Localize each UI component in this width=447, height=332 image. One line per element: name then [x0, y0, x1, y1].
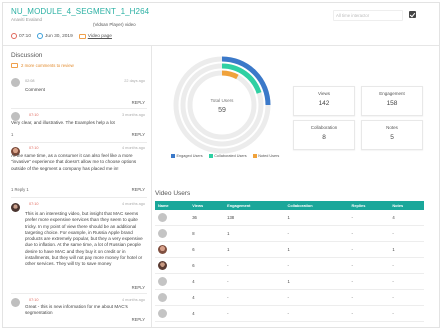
avatar [158, 213, 167, 222]
table-row[interactable]: 4-1-- [155, 273, 424, 290]
stat-tile-engagement: Engagement 158 [361, 86, 423, 116]
clock-icon [11, 33, 17, 39]
calendar-icon [37, 33, 44, 39]
avatar [158, 229, 167, 238]
avatar [158, 309, 167, 318]
avatar [11, 203, 20, 212]
discussion-panel: Discussion 2 more comments to review 02:… [3, 46, 152, 327]
discussion-post: 07:10 3 months ago Very clear, and illus… [11, 110, 147, 143]
author-name: Anaviti Evaland [11, 17, 43, 22]
stat-tile-notes: Notes 5 [361, 120, 423, 150]
post-timestamp: 02:08 [25, 79, 35, 83]
reply-button[interactable]: REPLY [132, 187, 145, 192]
post-time: 4 months ago [121, 202, 145, 206]
column-header[interactable]: Collaboration [284, 201, 349, 210]
video-icon [78, 33, 86, 39]
avatar [11, 298, 20, 307]
legend-noted: Noted Users [252, 154, 279, 158]
post-time: 4 months ago [121, 146, 145, 150]
like-count[interactable]: 1 [11, 132, 13, 137]
post-text: Comment [25, 87, 45, 92]
avatar [158, 277, 167, 286]
table-row[interactable]: 6---- [155, 257, 424, 274]
post-text: Great - this is new information for me a… [25, 304, 128, 316]
post-time: 3 months ago [121, 113, 145, 117]
page-title: NU_MODULE_4_SEGMENT_1_H264 [11, 7, 150, 16]
discussion-post: 07:10 4 months ago Great - this is new i… [11, 295, 147, 325]
video-page-link[interactable]: Video page [88, 34, 112, 39]
date: Jun 30, 2019 [45, 33, 73, 39]
table-row[interactable]: 36 138 1-4 [155, 210, 424, 226]
discussion-post: 07:10 4 months ago At the same time, as … [11, 143, 147, 198]
post-text: This is an interesting video, but insigh… [25, 211, 143, 267]
column-header[interactable]: Engagement [224, 201, 285, 210]
video-meta: 07:10 Jun 30, 2019 Video page [11, 33, 112, 39]
reply-count[interactable]: 1 Reply 1 [11, 187, 29, 192]
filter-label: All time interactor [336, 13, 370, 18]
column-header[interactable]: Name [155, 201, 190, 210]
table-row[interactable]: 4---- [155, 305, 424, 322]
post-time: 4 months ago [121, 298, 145, 302]
column-header[interactable]: Views [189, 201, 225, 210]
stat-tile-views: Views 142 [293, 86, 355, 116]
comment-icon [11, 63, 18, 68]
reply-button[interactable]: REPLY [132, 132, 145, 137]
post-text: At the same time, as a consumer it can a… [11, 153, 137, 171]
checkbox-icon[interactable] [409, 11, 416, 18]
video-users-title: Video Users [155, 190, 191, 197]
avatar [158, 293, 167, 302]
table-row[interactable]: 81--- [155, 225, 424, 242]
table-row[interactable]: 4---- [155, 289, 424, 306]
discussion-post: 07:10 4 months ago This is an interestin… [11, 199, 147, 294]
avatar [158, 261, 167, 270]
post-timestamp: 07:10 [29, 146, 39, 150]
reply-button[interactable]: REPLY [132, 285, 145, 290]
table-header-row: Name Views Engagement Collaboration Repl… [155, 201, 424, 210]
summary-panel: Total Users 59 Views 142 Engagement 158 … [153, 46, 439, 186]
donut-label: Total Users [211, 98, 235, 103]
discussion-title: Discussion [11, 52, 43, 59]
avatar [158, 245, 167, 254]
post-timestamp: 07:10 [29, 113, 39, 117]
legend-engaged: Engaged Users [171, 154, 203, 158]
donut-value: 59 [218, 107, 226, 114]
stat-tile-collaboration: Collaboration 8 [293, 120, 355, 150]
arc-noted-users [221, 70, 239, 80]
post-timestamp: 07:10 [29, 298, 39, 302]
legend-collaborated: Collaborated Users [208, 154, 247, 158]
video-users-table: Name Views Engagement Collaboration Repl… [155, 201, 424, 322]
post-time: 22 days ago [124, 79, 145, 83]
users-donut-chart: Total Users 59 [173, 56, 271, 154]
post-text: Very clear, and illustrative. The Exampl… [11, 120, 115, 125]
reply-button[interactable]: REPLY [132, 317, 145, 322]
header: NU_MODULE_4_SEGMENT_1_H264 Anaviti Evala… [3, 3, 439, 46]
avatar [11, 78, 20, 87]
column-header[interactable]: Notes [389, 201, 424, 210]
app-frame: NU_MODULE_4_SEGMENT_1_H264 Anaviti Evala… [2, 2, 440, 328]
column-header[interactable]: Replies [348, 201, 390, 210]
donut-legend: Engaged Users Collaborated Users Noted U… [171, 154, 279, 158]
post-timestamp: 07:10 [29, 202, 39, 206]
review-note[interactable]: 2 more comments to review [11, 63, 74, 68]
reply-button[interactable]: REPLY [132, 100, 145, 105]
player-type: (Vidsan Player) video [93, 22, 136, 27]
discussion-post: 02:08 22 days ago Comment REPLY [11, 76, 147, 109]
duration: 07:10 [19, 33, 32, 39]
table-row[interactable]: 611-1 [155, 241, 424, 258]
